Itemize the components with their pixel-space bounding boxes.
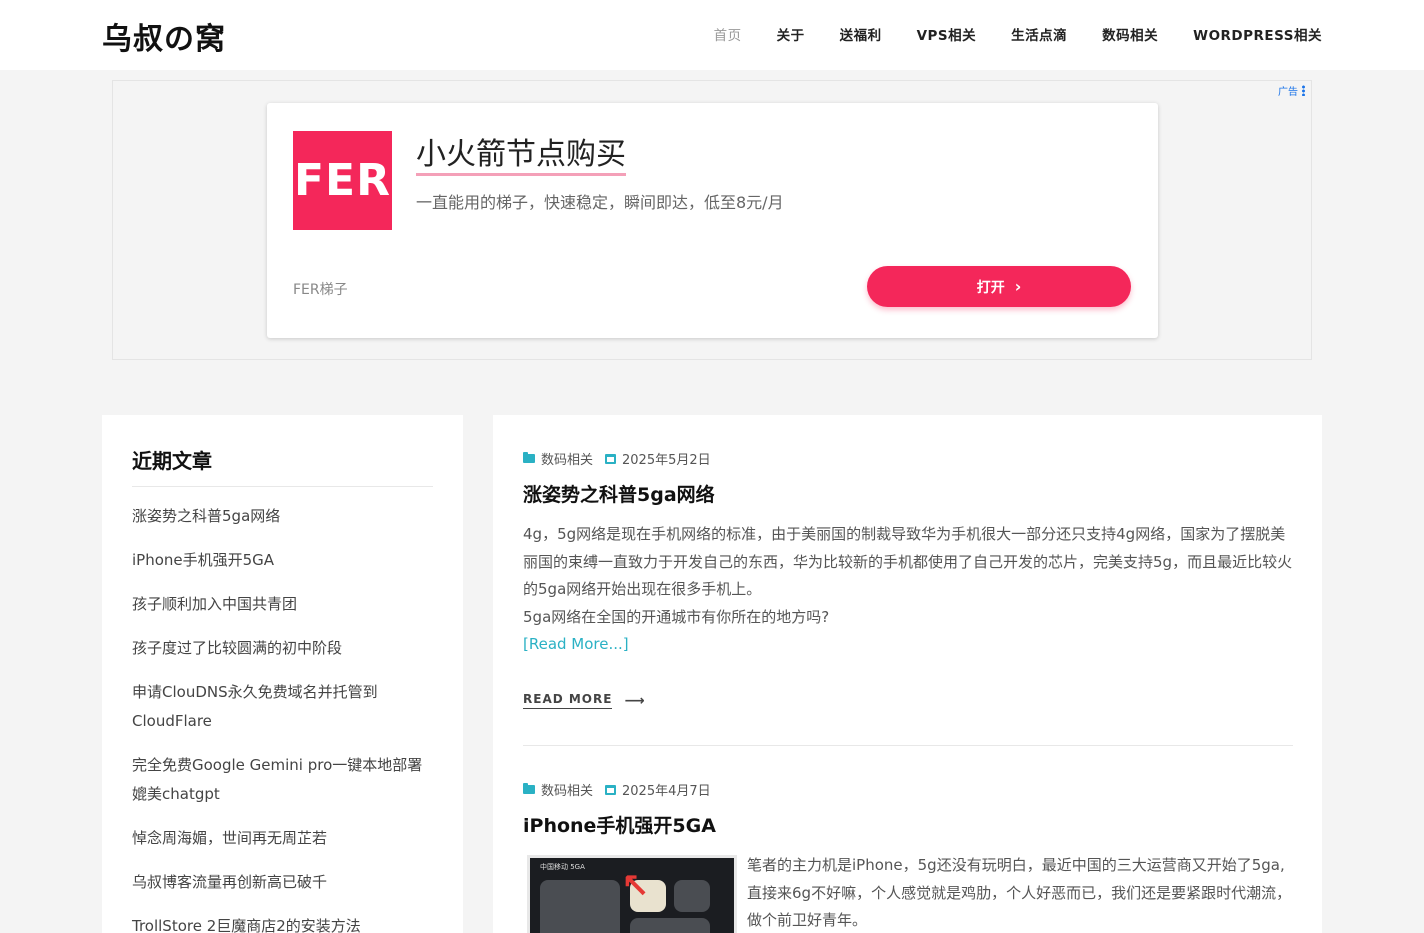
post-category[interactable]: 数码相关 <box>541 780 593 799</box>
post-excerpt: 4g，5g网络是现在手机网络的标准，由于美丽国的制裁导致华为手机很大一部分还只支… <box>523 521 1293 659</box>
nav-wordpress[interactable]: WORDPRESS相关 <box>1193 24 1322 44</box>
post-meta: 数码相关 2025年5月2日 <box>523 449 711 468</box>
main-nav: 首页 关于 送福利 VPS相关 生活点滴 数码相关 WORDPRESS相关 <box>714 24 1322 44</box>
site-header: 乌叔の窝 首页 关于 送福利 VPS相关 生活点滴 数码相关 WORDPRESS… <box>0 0 1424 70</box>
calendar-icon <box>605 453 617 464</box>
read-more-button[interactable]: READ MORE ⟶ <box>523 692 646 709</box>
folder-icon <box>523 783 535 794</box>
nav-about[interactable]: 关于 <box>777 24 805 44</box>
recent-post-link[interactable]: 完全免费Google Gemini pro一键本地部署媲美chatgpt <box>132 751 433 809</box>
post-excerpt-line: 5ga网络在全国的开通城市有你所在的地方吗? <box>523 607 830 626</box>
recent-post-link[interactable]: 涨姿势之科普5ga网络 <box>132 502 433 531</box>
ad-open-button-label: 打开 <box>976 279 1005 296</box>
sidebar: 近期文章 涨姿势之科普5ga网络 iPhone手机强开5GA 孩子顺利加入中国共… <box>102 415 463 933</box>
control-tile <box>630 918 710 933</box>
recent-post-link[interactable]: 乌叔博客流量再创新高已破千 <box>132 868 433 897</box>
arrow-right-icon: ⟶ <box>624 692 646 709</box>
nav-life[interactable]: 生活点滴 <box>1011 24 1067 44</box>
recent-posts-list: 涨姿势之科普5ga网络 iPhone手机强开5GA 孩子顺利加入中国共青团 孩子… <box>132 502 433 933</box>
post-title[interactable]: 涨姿势之科普5ga网络 <box>523 480 715 507</box>
read-more-label: READ MORE <box>523 692 613 709</box>
ad-open-button[interactable]: 打开 › <box>867 266 1131 307</box>
folder-icon <box>523 452 535 463</box>
post-thumbnail[interactable]: 中国移动 5GA ↑ <box>527 855 737 933</box>
recent-post-link[interactable]: 悼念周海媚，世间再无周芷若 <box>132 824 433 853</box>
ad-description: 一直能用的梯子，快速稳定，瞬间即达，低至8元/月 <box>416 193 784 212</box>
thumbnail-status-bar: 中国移动 5GA <box>540 863 585 871</box>
post-title[interactable]: iPhone手机强开5GA <box>523 811 716 838</box>
sidebar-title: 近期文章 <box>132 449 212 473</box>
recent-post-link[interactable]: 孩子顺利加入中国共青团 <box>132 590 433 619</box>
ad-label-text: 广告 <box>1278 87 1298 98</box>
post-date[interactable]: 2025年5月2日 <box>622 449 711 468</box>
recent-post-link[interactable]: iPhone手机强开5GA <box>132 546 433 575</box>
recent-post-link[interactable]: 申请ClouDNS永久免费域名并托管到CloudFlare <box>132 678 433 736</box>
recent-post-link[interactable]: 孩子度过了比较圆满的初中阶段 <box>132 634 433 663</box>
post-list: 数码相关 2025年5月2日 涨姿势之科普5ga网络 4g，5g网络是现在手机网… <box>493 415 1322 933</box>
recent-post-link[interactable]: TrollStore 2巨魔商店2的安装方法 <box>132 912 433 933</box>
post-category[interactable]: 数码相关 <box>541 449 593 468</box>
post-meta: 数码相关 2025年4月7日 <box>523 780 711 799</box>
post-excerpt-text: 4g，5g网络是现在手机网络的标准，由于美丽国的制裁导致华为手机很大一部分还只支… <box>523 525 1293 598</box>
sidebar-divider <box>132 486 433 487</box>
ad-label[interactable]: 广告 <box>1278 83 1305 98</box>
site-logo[interactable]: 乌叔の窝 <box>102 14 226 58</box>
ad-title[interactable]: 小火箭节点购买 <box>416 137 626 176</box>
ad-card[interactable]: FER 小火箭节点购买 一直能用的梯子，快速稳定，瞬间即达，低至8元/月 FER… <box>267 103 1158 338</box>
post-divider <box>523 745 1293 746</box>
nav-vps[interactable]: VPS相关 <box>917 24 977 44</box>
chevron-right-icon: › <box>1014 277 1022 296</box>
nav-digital[interactable]: 数码相关 <box>1102 24 1158 44</box>
ad-logo[interactable]: FER <box>293 131 392 230</box>
post-excerpt: 笔者的主力机是iPhone，5g还没有玩明白，最近中国的三大运营商又开始了5ga… <box>747 856 1292 929</box>
read-more-inline-link[interactable]: [Read More...] <box>523 631 1293 659</box>
control-tile <box>540 880 620 933</box>
ad-container: 广告 FER 小火箭节点购买 一直能用的梯子，快速稳定，瞬间即达，低至8元/月 … <box>112 80 1312 360</box>
post-date[interactable]: 2025年4月7日 <box>622 780 711 799</box>
more-vert-icon[interactable] <box>1302 85 1305 96</box>
control-tile <box>674 880 710 912</box>
nav-home[interactable]: 首页 <box>714 24 742 44</box>
ad-brand: FER梯子 <box>293 282 348 298</box>
nav-giveaway[interactable]: 送福利 <box>840 24 882 44</box>
calendar-icon <box>605 784 617 795</box>
